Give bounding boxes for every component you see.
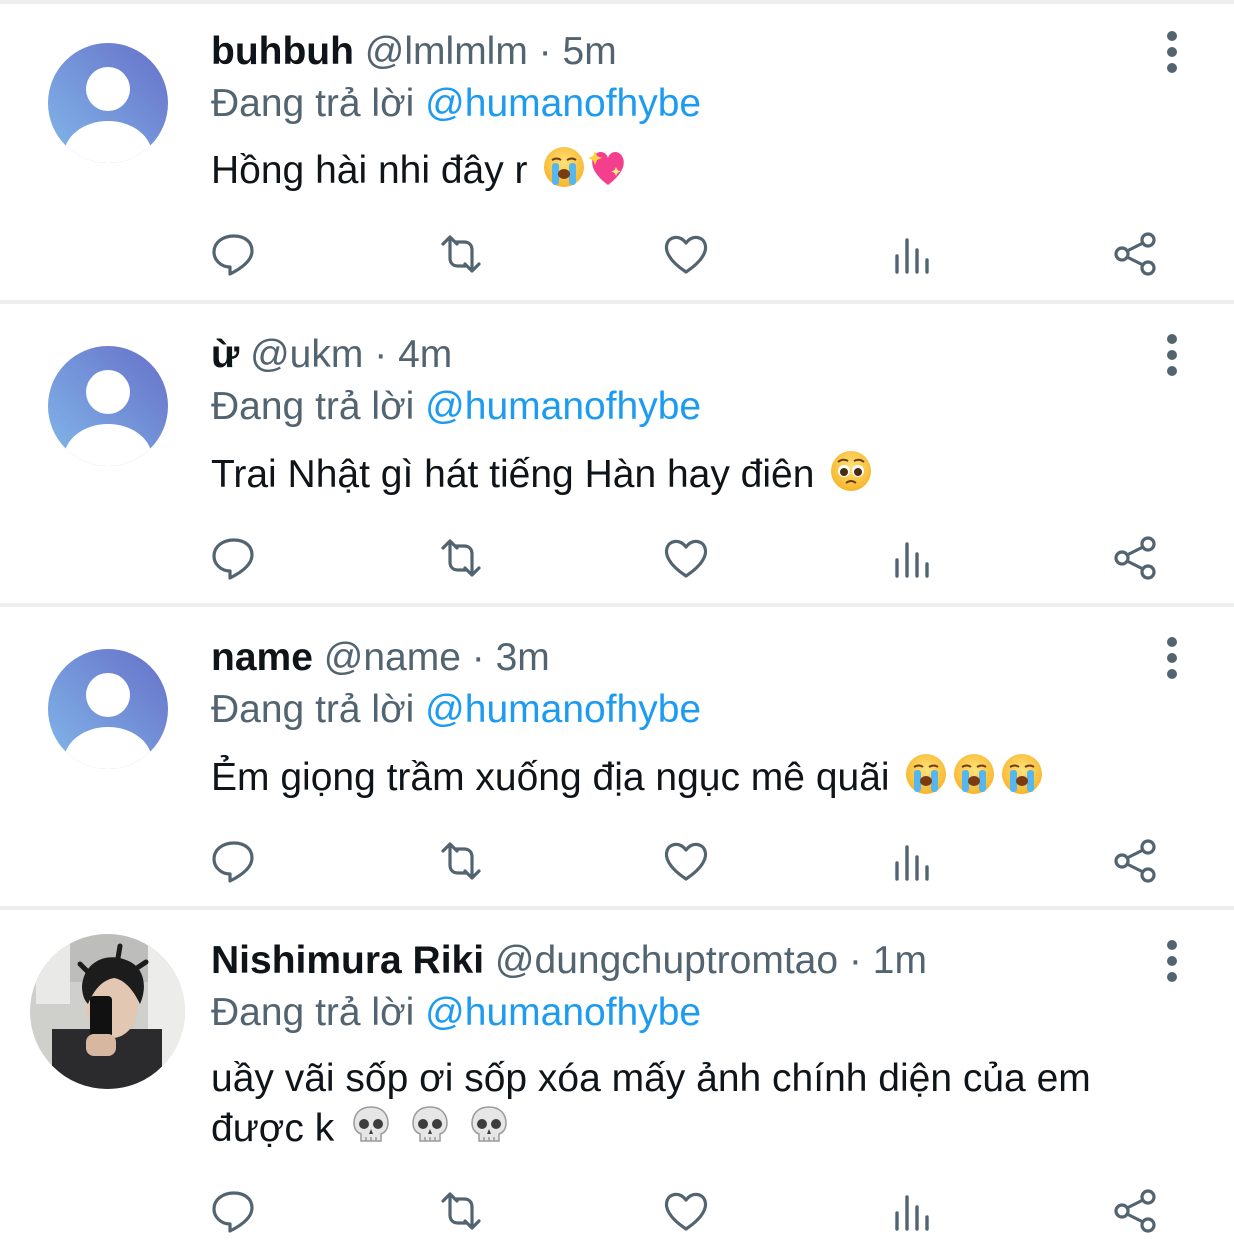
user-handle[interactable]: @dungchuptromtao (495, 939, 838, 982)
retweet-icon[interactable] (433, 1183, 489, 1239)
like-icon[interactable] (658, 226, 714, 282)
reply-icon[interactable] (208, 530, 264, 586)
tweet-text-line: uầy vãi sốp ơi sốp xóa mấy ảnh chính diệ… (211, 1057, 1091, 1100)
tweet-header: Nishimura Riki @dungchuptromtao · 1m (211, 937, 1134, 985)
user-handle[interactable]: @lmlmlm (365, 30, 528, 73)
action-bar (0, 833, 1234, 889)
tweet-text-content: Trai Nhật gì hát tiếng Hàn hay điên (211, 453, 815, 496)
mention-link[interactable]: @humanofhybe (425, 385, 701, 428)
tweet-header: name @name · 3m (211, 634, 1134, 682)
timestamp[interactable]: 4m (398, 333, 452, 376)
more-options-icon[interactable] (1152, 331, 1192, 379)
like-icon[interactable] (658, 530, 714, 586)
separator-dot: · (848, 939, 862, 982)
replying-to-label: Đang trả lời (211, 688, 415, 731)
tweet-text: Trai Nhật gì hát tiếng Hàn hay điên (211, 449, 1171, 499)
separator-dot: · (538, 30, 552, 73)
mirror-selfie-photo (30, 934, 185, 1089)
pleading-face-icon (829, 449, 873, 493)
crying-face-icon (542, 145, 586, 189)
display-name[interactable]: name (211, 636, 313, 679)
reply-icon[interactable] (208, 1183, 264, 1239)
display-name[interactable]: buhbuh (211, 30, 354, 73)
tweet-text-line: được k (211, 1103, 1171, 1153)
reply-feed: buhbuh @lmlmlm · 5m Đang trả lời @humano… (0, 0, 1234, 1260)
avatar[interactable] (48, 346, 168, 466)
default-avatar-icon (48, 43, 168, 163)
skull-icon (408, 1103, 452, 1147)
display-name[interactable]: Nishimura Riki (211, 939, 484, 982)
separator-dot: · (374, 333, 388, 376)
timestamp[interactable]: 3m (496, 636, 550, 679)
retweet-icon[interactable] (433, 226, 489, 282)
retweet-icon[interactable] (433, 833, 489, 889)
reply-icon[interactable] (208, 226, 264, 282)
reply-icon[interactable] (208, 833, 264, 889)
replying-to: Đang trả lời @humanofhybe (211, 383, 701, 431)
user-handle[interactable]: @name (324, 636, 461, 679)
like-icon[interactable] (658, 833, 714, 889)
tweet[interactable]: name @name · 3m Đang trả lời @humanofhyb… (0, 607, 1234, 907)
skull-icon (467, 1103, 511, 1147)
display-name[interactable]: ừ (211, 333, 239, 376)
timestamp[interactable]: 1m (873, 939, 927, 982)
tweet[interactable]: Nishimura Riki @dungchuptromtao · 1m Đan… (0, 910, 1234, 1260)
tweet[interactable]: buhbuh @lmlmlm · 5m Đang trả lời @humano… (0, 0, 1234, 300)
retweet-icon[interactable] (433, 530, 489, 586)
share-icon[interactable] (1108, 1183, 1164, 1239)
replying-to-label: Đang trả lời (211, 385, 415, 428)
analytics-icon[interactable] (883, 1183, 939, 1239)
sparkling-heart-icon (586, 145, 630, 189)
crying-face-icon (904, 752, 948, 796)
tweet-text: uầy vãi sốp ơi sốp xóa mấy ảnh chính diệ… (211, 1055, 1171, 1153)
replying-to: Đang trả lời @humanofhybe (211, 989, 701, 1037)
replying-to: Đang trả lời @humanofhybe (211, 686, 701, 734)
tweet-text-content: Hồng hài nhi đây r (211, 149, 528, 192)
skull-icon (349, 1103, 393, 1147)
avatar[interactable] (48, 43, 168, 163)
share-icon[interactable] (1108, 833, 1164, 889)
tweet-text: Hồng hài nhi đây r (211, 145, 1171, 195)
tweet-text-content: được k (211, 1107, 335, 1150)
mention-link[interactable]: @humanofhybe (425, 82, 701, 125)
more-options-icon[interactable] (1152, 634, 1192, 682)
mention-link[interactable]: @humanofhybe (425, 991, 701, 1034)
tweet-text: Ẻm giọng trầm xuống địa ngục mê quãi (211, 752, 1171, 802)
action-bar (0, 226, 1234, 282)
action-bar (0, 530, 1234, 586)
analytics-icon[interactable] (883, 530, 939, 586)
tweet-text-content: Ẻm giọng trầm xuống địa ngục mê quãi (211, 756, 890, 799)
tweet-header: buhbuh @lmlmlm · 5m (211, 28, 1134, 76)
user-handle[interactable]: @ukm (250, 333, 363, 376)
replying-to-label: Đang trả lời (211, 82, 415, 125)
tweet-header: ừ @ukm · 4m (211, 331, 1134, 379)
timestamp[interactable]: 5m (563, 30, 617, 73)
share-icon[interactable] (1108, 530, 1164, 586)
analytics-icon[interactable] (883, 833, 939, 889)
avatar[interactable] (48, 649, 168, 769)
replying-to-label: Đang trả lời (211, 991, 415, 1034)
default-avatar-icon (48, 346, 168, 466)
more-options-icon[interactable] (1152, 28, 1192, 76)
mention-link[interactable]: @humanofhybe (425, 688, 701, 731)
analytics-icon[interactable] (883, 226, 939, 282)
replying-to: Đang trả lời @humanofhybe (211, 80, 701, 128)
like-icon[interactable] (658, 1183, 714, 1239)
crying-face-icon (952, 752, 996, 796)
share-icon[interactable] (1108, 226, 1164, 282)
separator-dot: · (471, 636, 485, 679)
avatar[interactable] (30, 934, 185, 1089)
more-options-icon[interactable] (1152, 937, 1192, 985)
default-avatar-icon (48, 649, 168, 769)
tweet[interactable]: ừ @ukm · 4m Đang trả lời @humanofhybe Tr… (0, 304, 1234, 604)
crying-face-icon (1000, 752, 1044, 796)
action-bar (0, 1183, 1234, 1239)
